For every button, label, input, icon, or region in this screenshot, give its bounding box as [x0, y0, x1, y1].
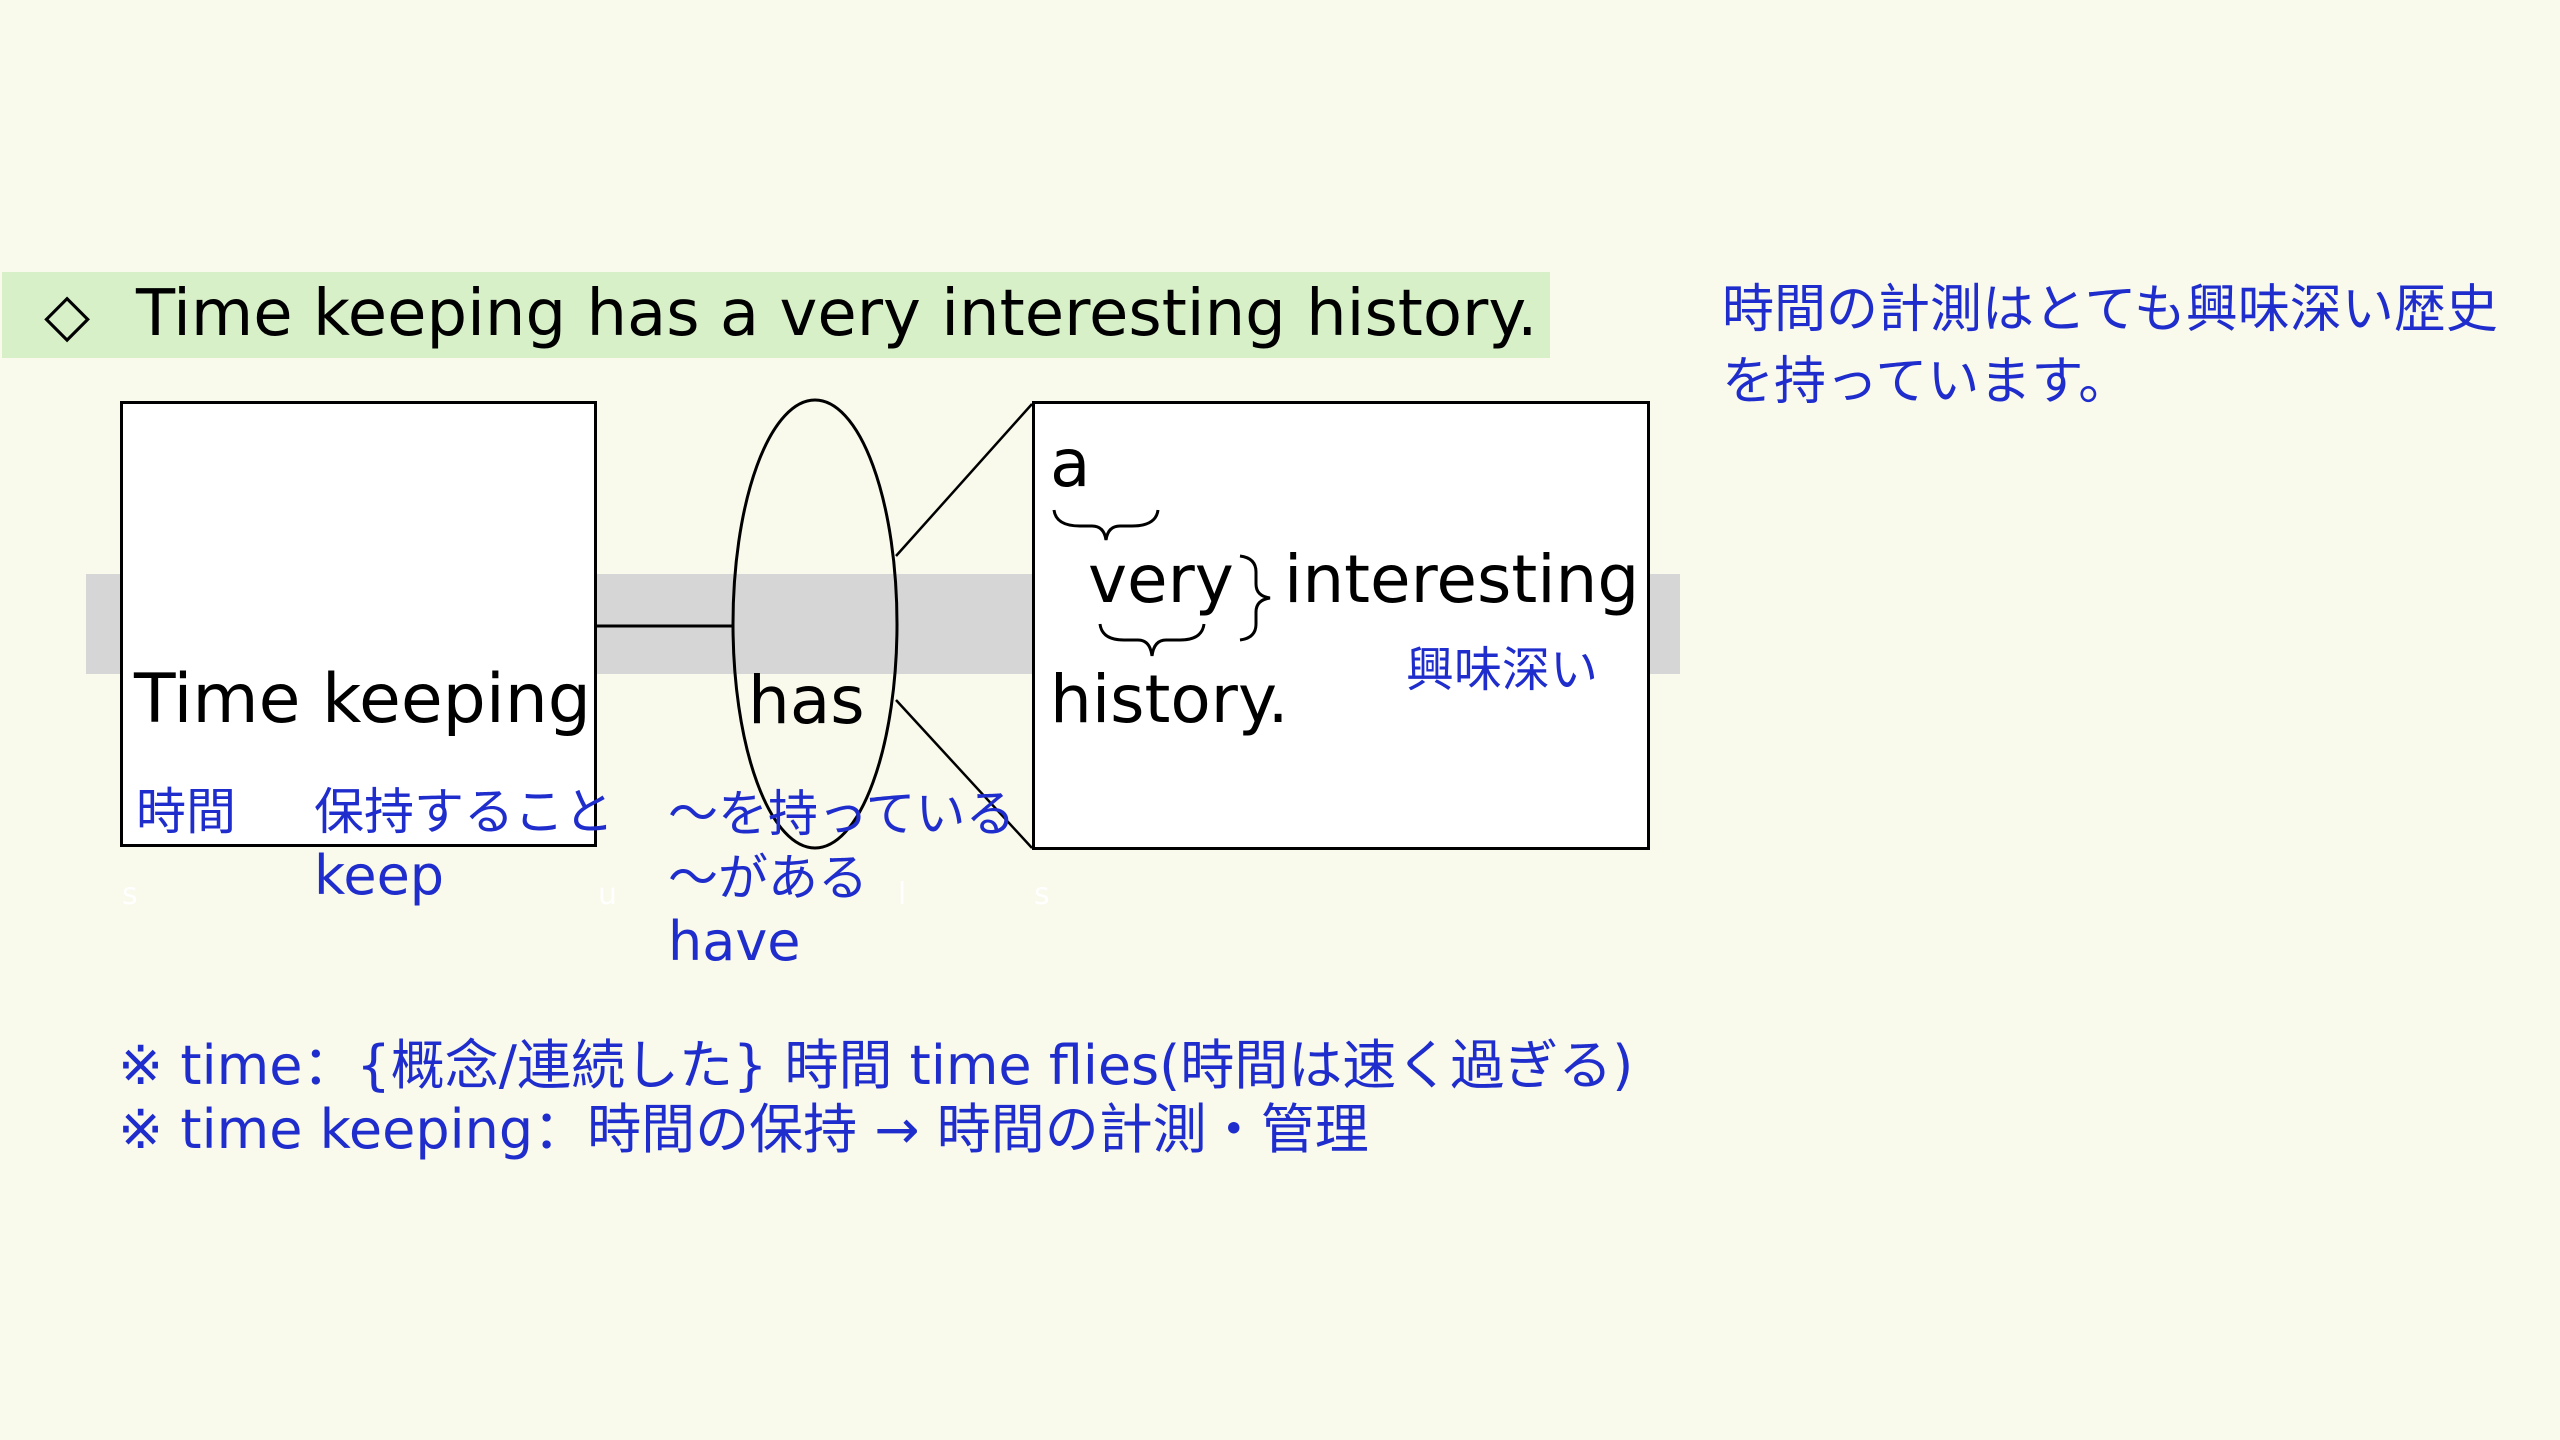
verb-text: has	[748, 662, 865, 739]
subject-text: Time keeping	[134, 660, 591, 739]
object-box	[1032, 401, 1650, 850]
japanese-translation: 時間の計測はとても興味深い歴史を持っています。	[1722, 280, 2498, 412]
subject-gloss-keep: keep	[314, 844, 445, 907]
subject-gloss-time: 時間	[136, 783, 236, 841]
verb-gloss-3: have	[668, 910, 801, 973]
note-time-keeping: ※ time keeping：時間の保持 → 時間の計測・管理	[118, 1098, 1369, 1161]
object-connector-top	[895, 403, 1033, 557]
faint-label-s-2: s	[1034, 877, 1050, 912]
object-gloss: 興味深い	[1406, 642, 1599, 698]
faint-label-s: s	[122, 877, 138, 912]
faint-label-l: l	[898, 877, 907, 912]
diamond-icon: ◇	[44, 280, 91, 350]
subject-box	[120, 401, 597, 847]
note-time: ※ time：{概念/連続した} 時間 time flies(時間は速く過ぎる)	[118, 1034, 1634, 1097]
verb-gloss-1: 〜を持っている	[668, 785, 1016, 843]
object-adjective: interesting	[1284, 541, 1640, 618]
object-noun: history.	[1050, 661, 1289, 738]
subject-gloss-keeping: 保持すること	[314, 783, 614, 841]
object-article: a	[1050, 425, 1091, 502]
faint-label-u: u	[598, 877, 618, 912]
verb-gloss-2: 〜がある	[668, 849, 868, 907]
example-sentence: Time keeping has a very interesting hist…	[136, 277, 1538, 351]
object-adverb: very	[1088, 541, 1234, 618]
